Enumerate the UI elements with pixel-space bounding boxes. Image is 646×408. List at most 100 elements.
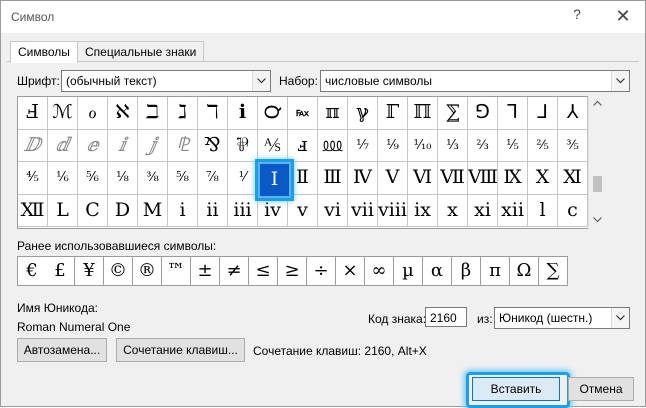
symbol-cell[interactable]: ℷ [168, 97, 198, 130]
symbol-cell[interactable]: Ⅵ [408, 162, 438, 195]
autocorrect-button[interactable]: Автозамена... [17, 338, 107, 362]
symbol-cell[interactable]: ⅰ [168, 194, 198, 227]
symbol-cell[interactable]: ⅗ [558, 129, 588, 162]
symbol-cell[interactable]: ℺ [258, 97, 288, 130]
recent-symbol[interactable]: µ [394, 256, 423, 286]
symbol-cell[interactable]: Ⅳ [348, 162, 378, 195]
grid-scrollbar[interactable] [588, 96, 606, 229]
symbol-cell[interactable]: ⅴ [288, 194, 318, 227]
symbol-cell[interactable]: ⅑ [378, 129, 408, 162]
symbol-cell[interactable]: ⅐ [348, 129, 378, 162]
recent-symbol[interactable]: ™ [162, 256, 191, 286]
from-select[interactable]: Юникод (шестн.) [494, 307, 630, 329]
symbol-cell[interactable]: ⅛ [108, 162, 138, 195]
symbol-cell[interactable]: Ⅲ [318, 162, 348, 195]
symbol-cell[interactable]: ⅜ [138, 162, 168, 195]
symbol-cell[interactable]: ⅻ [498, 194, 528, 227]
symbol-cell[interactable]: ⅆ [48, 129, 78, 162]
symbol-cell[interactable]: ⅋ [198, 129, 228, 162]
symbol-cell[interactable]: ℸ [198, 97, 228, 130]
symbol-cell[interactable]: ⅵ [318, 194, 348, 227]
tab-symbols[interactable]: Символы [10, 41, 78, 63]
symbol-cell[interactable]: ⅽ [558, 194, 588, 227]
symbol-cell[interactable]: Ⅶ [438, 162, 468, 195]
recent-symbol[interactable]: α [423, 256, 452, 286]
shortcut-key-button[interactable]: Сочетание клавиш... [116, 338, 245, 362]
symbol-cell[interactable]: ℿ [408, 97, 438, 130]
recent-symbol[interactable]: £ [46, 256, 75, 286]
symbol-cell[interactable]: ⅷ [378, 194, 408, 227]
recent-symbol[interactable]: π [481, 256, 510, 286]
subset-select[interactable]: числовые символы [320, 70, 630, 92]
tab-special-characters[interactable]: Специальные знаки [77, 41, 205, 62]
recent-symbol[interactable]: ± [191, 256, 220, 286]
recent-symbol[interactable]: ∑ [539, 256, 568, 286]
symbol-cell[interactable]: ℵ [108, 97, 138, 130]
symbol-cell[interactable]: ℹ [228, 97, 258, 130]
symbol-cell[interactable]: ℳ [48, 97, 78, 130]
symbol-cell[interactable]: Ⅸ [498, 162, 528, 195]
symbol-cell[interactable]: ⅱ [198, 194, 228, 227]
symbol-cell[interactable]: ⅒ [408, 129, 438, 162]
symbol-cell[interactable]: ⅼ [528, 194, 558, 227]
chevron-down-icon[interactable] [252, 71, 270, 91]
close-icon[interactable]: ✕ [611, 4, 635, 28]
symbol-cell[interactable]: Ⅼ [48, 194, 78, 227]
scroll-thumb[interactable] [593, 176, 602, 192]
symbol-cell[interactable]: ⅙ [48, 162, 78, 195]
symbol-cell[interactable]: ⅏ [318, 129, 348, 162]
chevron-down-icon[interactable] [611, 308, 629, 328]
symbol-cell[interactable]: ⅉ [138, 129, 168, 162]
recent-symbol[interactable]: ∞ [365, 256, 394, 286]
symbol-cell[interactable]: ℼ [318, 97, 348, 130]
symbol-cell[interactable]: Ⅽ [78, 194, 108, 227]
symbol-cell[interactable]: ⅓ [438, 129, 468, 162]
symbol-cell[interactable]: ⅺ [468, 194, 498, 227]
symbol-cell-selected[interactable]: Ⅰ [258, 162, 291, 198]
symbol-cell[interactable]: ℻ [288, 97, 318, 130]
recent-symbol[interactable]: ≠ [220, 256, 249, 286]
symbol-cell[interactable]: ⅟ [228, 162, 258, 195]
symbol-cell[interactable]: ⅕ [498, 129, 528, 162]
cancel-button[interactable]: Отмена [568, 377, 634, 401]
recent-symbol[interactable]: ÷ [307, 256, 336, 286]
symbol-cell[interactable]: Ⅾ [108, 194, 138, 227]
symbol-cell[interactable]: ⅃ [528, 97, 558, 130]
recent-symbol[interactable]: € [17, 256, 47, 286]
symbol-cell[interactable]: Ⅻ [18, 194, 48, 227]
symbol-cell[interactable]: ⅂ [498, 97, 528, 130]
symbol-cell[interactable]: ⅄ [558, 97, 588, 130]
symbol-cell[interactable]: Ⅺ [558, 162, 588, 195]
recent-symbol[interactable]: ® [133, 256, 162, 286]
symbol-cell[interactable]: Ⅹ [528, 162, 558, 195]
symbol-cell[interactable]: ℶ [138, 97, 168, 130]
symbol-cell[interactable]: ⅀ [438, 97, 468, 130]
recent-symbol[interactable]: ¥ [75, 256, 104, 286]
symbol-cell[interactable]: Ⅿ [138, 194, 168, 227]
symbol-cell[interactable]: ⅸ [408, 194, 438, 227]
symbol-cell[interactable]: Ⅎ [18, 97, 48, 130]
symbol-cell[interactable]: ⅞ [198, 162, 228, 195]
symbol-cell[interactable]: Ⅷ [468, 162, 498, 195]
chevron-down-icon[interactable] [611, 71, 629, 91]
symbol-cell[interactable]: ℴ [78, 97, 108, 130]
symbol-cell[interactable]: ⅎ [288, 129, 318, 162]
char-code-field[interactable]: 2160 [425, 307, 467, 327]
recent-symbol[interactable]: Ω [510, 256, 539, 286]
symbol-cell[interactable]: Ⅴ [378, 162, 408, 195]
symbol-cell[interactable]: ⅘ [18, 162, 48, 195]
symbol-cell[interactable]: ⅚ [78, 162, 108, 195]
scroll-down-icon[interactable] [593, 217, 602, 223]
recent-symbol[interactable]: ≤ [249, 256, 278, 286]
symbol-cell[interactable]: ⅌ [228, 129, 258, 162]
symbol-cell[interactable]: ⅲ [228, 194, 258, 227]
symbol-cell[interactable]: ⅹ [438, 194, 468, 227]
symbol-cell[interactable]: ⅁ [468, 97, 498, 130]
font-select[interactable]: (обычный текст) [61, 70, 271, 92]
recent-symbol[interactable]: ≥ [278, 256, 307, 286]
symbol-cell[interactable]: ⅶ [348, 194, 378, 227]
symbol-cell[interactable]: ℽ [348, 97, 378, 130]
symbol-cell[interactable]: ⅳ [258, 194, 288, 227]
symbol-cell[interactable]: ⅊ [168, 129, 198, 162]
scroll-up-icon[interactable] [593, 100, 602, 106]
